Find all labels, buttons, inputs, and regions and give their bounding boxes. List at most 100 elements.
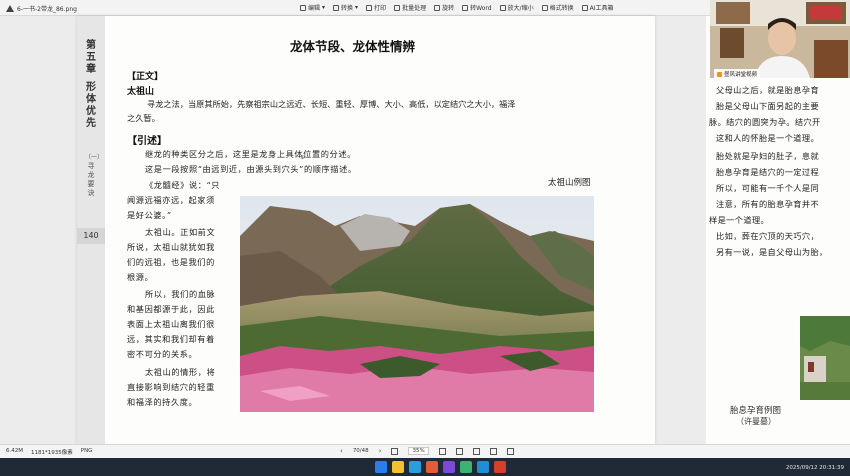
next-page-button[interactable]: › [379, 447, 382, 455]
right-page-line: 比如，葬在穴顶的天巧穴， [716, 231, 820, 241]
commentary-side-line: 们的远祖，也是我们的 [127, 257, 215, 267]
right-page-line: 父母山之后，就是胎息孕育 [716, 85, 820, 95]
commentary-side-line: 直接影响到结穴的轻重 [127, 382, 215, 392]
file-format: PNG [80, 448, 93, 454]
chapter-label: 第五章 [86, 40, 96, 75]
commentary-side-line: 是好公婆。” [127, 210, 172, 220]
delete-icon[interactable] [489, 447, 497, 455]
right-page-line: 这和人的怀胎是一个道理。 [716, 133, 820, 143]
chevron-down-icon: ▾ [322, 4, 326, 11]
webcam-video[interactable] [710, 0, 850, 78]
app-logo-icon [6, 5, 14, 12]
tool-convert[interactable]: 转换 ▾ [333, 3, 358, 12]
right-page-line: 样是一个道理。 [709, 215, 770, 225]
format-icon [541, 4, 548, 11]
photo-caption: 太祖山例图 [548, 178, 591, 188]
commentary-heading: 【引述】 [127, 136, 167, 147]
edit-icon [300, 4, 306, 11]
word-icon [462, 4, 469, 11]
ai-icon [581, 4, 588, 11]
page-number: 140 [77, 228, 105, 244]
tomb-photo [800, 316, 850, 400]
photo-viewer-icon[interactable] [477, 461, 489, 473]
commentary-line: 继龙的种类区分之后，这里是龙身上具体位置的分述。 [145, 149, 356, 159]
tool-rotate[interactable]: 旋转 [434, 3, 454, 12]
tool-print[interactable]: 打印 [366, 3, 386, 12]
fit-window-icon[interactable] [391, 447, 399, 455]
commentary-side-line: 密不可分的关系。 [127, 349, 198, 359]
file-name: 6-一书-2带龙_86.png [17, 6, 77, 13]
tool-to-word[interactable]: 转Word [462, 3, 492, 12]
main-text-subtitle: 太祖山 [127, 87, 155, 97]
file-title: 6-一书-2带龙_86.png [6, 4, 77, 13]
start-icon[interactable] [375, 461, 387, 473]
rotate-left-icon[interactable] [455, 447, 463, 455]
right-page: 父母山之后，就是胎息孕育 胎是父母山下面另起的主要 脉。结穴的圆突为孕。结穴开 … [706, 16, 850, 444]
mountain-illustration [240, 196, 594, 412]
convert-icon [333, 4, 340, 11]
prev-page-button[interactable]: ‹ [340, 447, 343, 455]
main-text-heading: 【正文】 [127, 72, 164, 82]
wechat-icon[interactable] [460, 461, 472, 473]
batch-icon [394, 4, 401, 11]
rotate-right-icon[interactable] [472, 447, 480, 455]
right-page-line: 胎处就是孕妇的肚子，息就 [716, 151, 820, 161]
webcam-name: 昼风讲堂视频 [724, 72, 758, 78]
page-title: 龙体节段、龙体性情辨 [290, 39, 416, 54]
app-icon[interactable] [426, 461, 438, 473]
taskbar-apps [375, 461, 506, 473]
presenter-video [710, 0, 850, 78]
status-bar: 6.42M 1181*1935像素 PNG ‹ 70/48 › 35% [0, 444, 850, 458]
browser-icon[interactable] [409, 461, 421, 473]
subsection-title: 寻龙要诀 [87, 162, 95, 197]
right-page-line: 所以，可能有一千个人是同 [716, 183, 820, 193]
file-info: 6.42M 1181*1935像素 PNG [6, 448, 92, 456]
commentary-line: 这是一段按照“由远到近，由源头到穴头”的顺序描述。 [145, 164, 357, 174]
commentary-side-line: 所以，我们的血脉 [145, 289, 216, 299]
zoom-icon [499, 4, 506, 11]
right-page-line: 胎是父母山下面另起的主要 [716, 101, 820, 111]
chevron-down-icon: ▾ [355, 4, 359, 11]
more-icon[interactable] [506, 447, 514, 455]
toolbar: 编辑 ▾ 转换 ▾ 打印 批量处理 旋转 转Word 放大/缩小 格式转换 AI工具… [300, 3, 613, 12]
commentary-side-line: 远，其实和我们却有着 [127, 334, 215, 344]
media-icon[interactable] [443, 461, 455, 473]
commentary-side-line: 和基因都源于此，因此 [127, 304, 215, 314]
file-size: 6.42M [6, 448, 23, 454]
rotate-icon [434, 4, 441, 11]
right-page-line: 另有一说，是自父母山为胎， [716, 247, 828, 257]
tomb-illustration [800, 316, 850, 400]
page-indicator: 70/48 [352, 448, 369, 454]
commentary-side-line: 根源。 [127, 272, 154, 282]
right-photo-caption: 胎息孕育例图 [730, 406, 782, 416]
system-clock: 2025/09/12 20:31:39 [785, 465, 844, 471]
commentary-side-line: 和福泽的持久度。 [127, 397, 198, 407]
commentary-side-line: 太祖山。正如前文 [145, 227, 216, 237]
right-page-line: 注意，所有的胎息孕育并不 [716, 199, 820, 209]
main-text-line: 寻龙之法，当原其所始，先察祖宗山之远近、长短、重轻、厚博、大小、高低，以定结穴之… [147, 99, 516, 109]
image-dimensions: 1181*1935像素 [31, 450, 73, 456]
page-sidebar: 第五章 形体优先 （一） 寻龙要诀 140 [77, 16, 105, 444]
commentary-side-line: 《龙髓经》说：“只 [145, 180, 221, 190]
commentary-side-line: 表面上太祖山离我们很 [127, 319, 215, 329]
mountain-photo [240, 196, 594, 412]
mic-icon [717, 71, 722, 77]
subsection-label: （一） 寻龙要诀 [85, 154, 103, 198]
tool-format[interactable]: 格式转换 [541, 3, 574, 12]
tool-ai[interactable]: AI工具箱 [581, 3, 613, 12]
file-explorer-icon[interactable] [392, 461, 404, 473]
print-icon [366, 4, 373, 11]
tool-zoom[interactable]: 放大/缩小 [499, 3, 534, 12]
tool-edit[interactable]: 编辑 ▾ [300, 3, 325, 12]
tool-batch[interactable]: 批量处理 [394, 3, 426, 12]
commentary-side-line: 闻源远福亦远，起家须 [127, 195, 215, 205]
actual-size-icon[interactable] [438, 447, 446, 455]
zoom-select[interactable]: 35% [408, 447, 429, 455]
right-page-line: 胎息孕育是结穴的一定过程 [716, 167, 820, 177]
recorder-icon[interactable] [494, 461, 506, 473]
webcam-name-tag: 昼风讲堂视频 [714, 69, 761, 79]
right-page-line: 脉。结穴的圆突为孕。结穴开 [709, 117, 821, 127]
view-controls: ‹ 70/48 › 35% [340, 447, 514, 455]
section-label: 形体优先 [86, 82, 96, 129]
taskbar: 2025/09/12 20:31:39 [0, 458, 850, 476]
